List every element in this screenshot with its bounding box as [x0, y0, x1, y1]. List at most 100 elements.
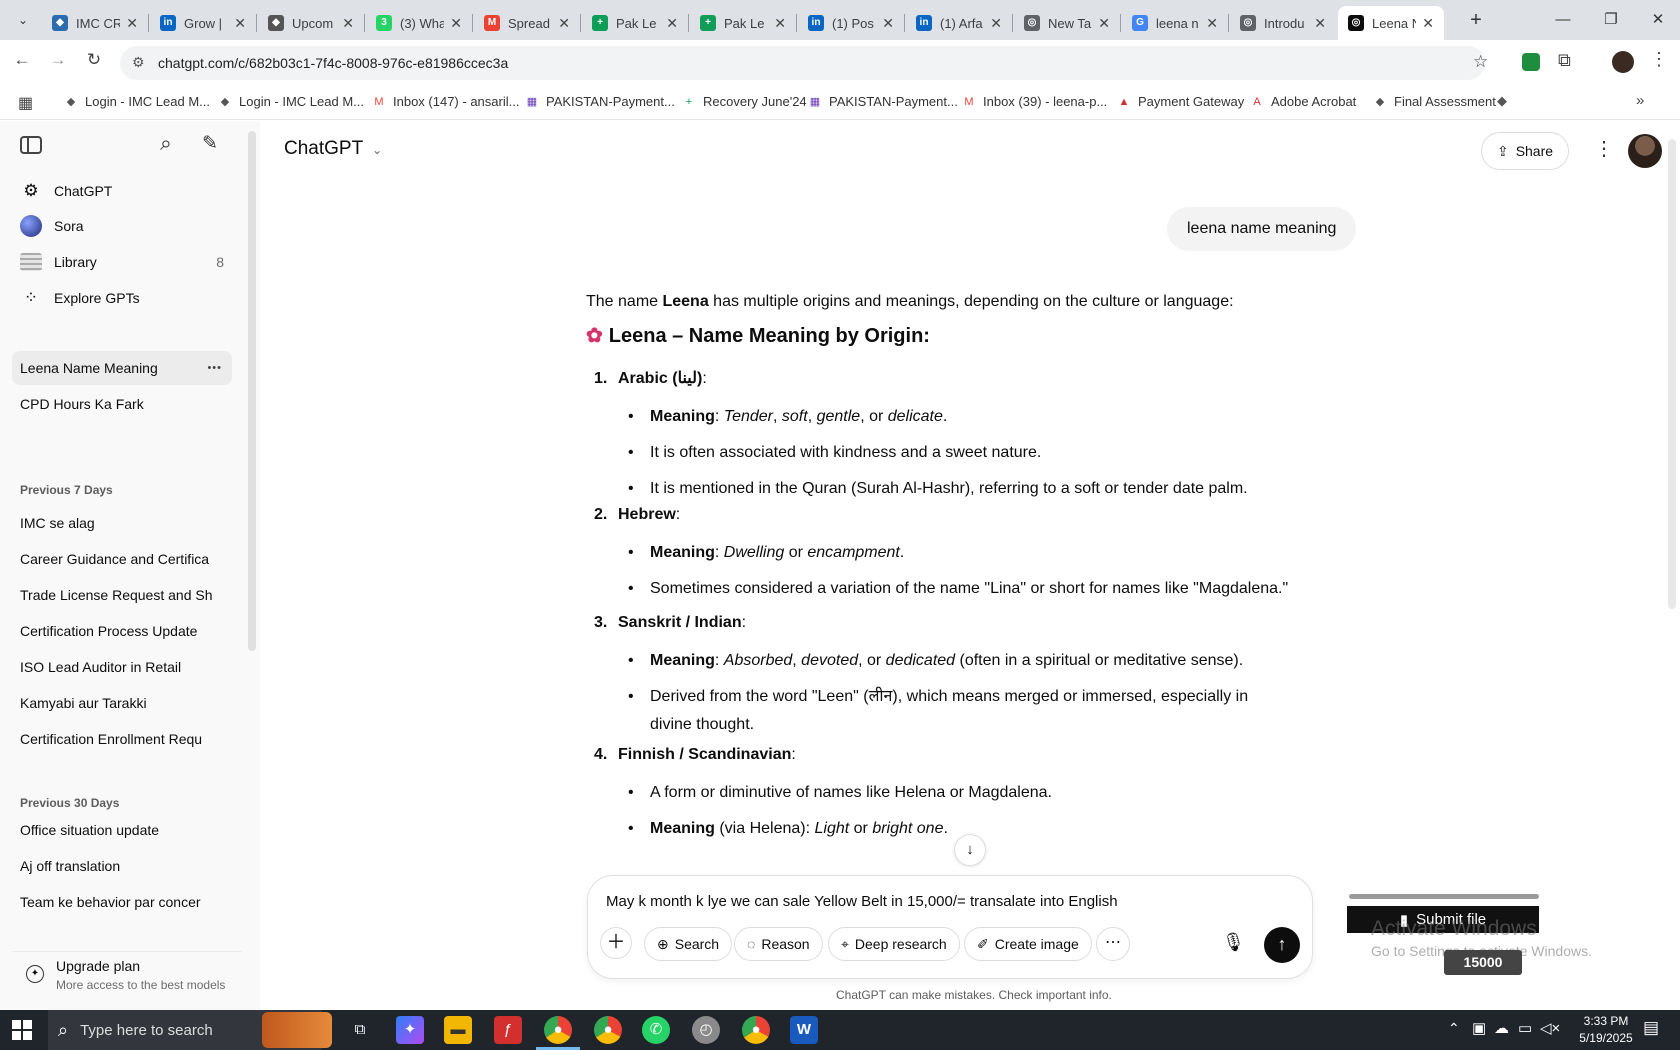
browser-tab[interactable]: 3 (3) Wha ✕ [366, 6, 472, 40]
browser-menu-icon[interactable]: ⋮ [1650, 49, 1668, 70]
tab-close-icon[interactable]: ✕ [1098, 15, 1110, 32]
browser-tab[interactable]: in (1) Pos ✕ [798, 6, 904, 40]
history-item[interactable]: IMC se alag [12, 506, 232, 540]
tab-close-icon[interactable]: ✕ [990, 15, 1002, 32]
browser-tab[interactable]: in (1) Arfa ✕ [906, 6, 1012, 40]
reason-tool-button[interactable]: ◌ Reason [734, 927, 823, 961]
windows-start-icon[interactable] [12, 1020, 32, 1040]
bookmark-star-icon[interactable]: ☆ [1473, 52, 1488, 72]
upgrade-plan-button[interactable]: ✦ Upgrade plan More access to the best m… [12, 951, 242, 1001]
toggle-sidebar-icon[interactable] [20, 136, 42, 154]
tray-volume-icon[interactable]: ◁× [1540, 1019, 1560, 1037]
tray-network-icon[interactable]: ▭ [1518, 1019, 1532, 1037]
tab-close-icon[interactable]: ✕ [666, 15, 678, 32]
sidebar-item-chatgpt[interactable]: ⚙ ChatGPT [12, 174, 232, 208]
clock-app-icon[interactable]: ◴ [692, 1016, 720, 1044]
browser-tab[interactable]: ◆ IMC CR ✕ [42, 6, 148, 40]
tab-close-icon[interactable]: ✕ [774, 15, 786, 32]
reload-icon[interactable]: ↻ [82, 50, 106, 70]
tray-chevron-icon[interactable]: ⌃ [1448, 1020, 1460, 1037]
profile-avatar-icon[interactable] [1612, 51, 1634, 73]
tab-search-chevron-icon[interactable]: ⌄ [12, 9, 34, 31]
extensions-puzzle-icon[interactable]: ⧉ [1558, 50, 1571, 71]
site-info-icon[interactable]: ⚙ [132, 54, 145, 71]
browser-tab[interactable]: ◎ Leena N ✕ [1338, 6, 1444, 40]
attach-button[interactable]: ＋ [600, 927, 632, 959]
tray-time[interactable]: 3:33 PM [1576, 1014, 1636, 1028]
tab-close-icon[interactable]: ✕ [1206, 15, 1218, 32]
back-icon[interactable]: ← [10, 50, 34, 70]
tab-close-icon[interactable]: ✕ [1314, 15, 1326, 32]
create-image-tool-button[interactable]: ✐ Create image [964, 927, 1092, 961]
history-item-options-icon[interactable]: ••• [207, 362, 222, 374]
bookmark-item[interactable]: ◆ Login - IMC Lead M... [218, 94, 364, 109]
microphone-icon[interactable]: 🎙 [1222, 932, 1245, 953]
browser-tab[interactable]: M Spread ✕ [474, 6, 580, 40]
bookmark-item[interactable]: M Inbox (147) - ansaril... [372, 94, 519, 109]
send-button[interactable]: ↑ [1264, 927, 1300, 963]
browser-tab[interactable]: + Pak Le ✕ [582, 6, 688, 40]
bookmark-item[interactable]: M Inbox (39) - leena-p... [962, 94, 1107, 109]
sidebar-scrollbar[interactable] [248, 131, 256, 651]
new-chat-icon[interactable]: ✎ [202, 132, 218, 155]
forward-icon[interactable]: → [46, 50, 70, 70]
browser-tab[interactable]: in Grow | ✕ [150, 6, 256, 40]
bookmark-item[interactable]: ▦ PAKISTAN-Payment... [525, 94, 675, 109]
apps-grid-icon[interactable]: ▦ [18, 93, 33, 113]
user-avatar[interactable] [1628, 134, 1662, 168]
whatsapp-icon[interactable]: ✆ [642, 1016, 670, 1044]
bookmark-item[interactable]: A Adobe Acrobat [1250, 94, 1356, 109]
tray-onedrive-icon[interactable]: ☁ [1494, 1019, 1509, 1037]
new-tab-icon[interactable]: + [1464, 8, 1488, 32]
tab-close-icon[interactable]: ✕ [234, 15, 246, 32]
history-item[interactable]: Office situation update [12, 813, 232, 847]
scroll-down-button[interactable]: ↓ [954, 834, 986, 866]
bookmark-item[interactable]: + Recovery June'24 [682, 94, 807, 109]
history-item[interactable]: Leena Name Meaning ••• [12, 351, 232, 385]
history-item[interactable]: Trade License Request and Sh [12, 578, 232, 612]
sidebar-item-explore-gpts[interactable]: ⁘ Explore GPTs [12, 281, 232, 315]
address-bar[interactable]: ⚙ chatgpt.com/c/682b03c1-7f4c-8008-976c-… [120, 46, 1488, 80]
restore-icon[interactable]: ❐ [1596, 8, 1626, 32]
bookmarks-overflow-icon[interactable]: » [1636, 92, 1644, 109]
file-explorer-icon[interactable]: ▬ [444, 1016, 472, 1044]
search-tool-button[interactable]: ⊕ Search [644, 927, 733, 961]
bookmark-item[interactable]: ◆ Final Assessment [1373, 94, 1496, 109]
tab-close-icon[interactable]: ✕ [126, 15, 138, 32]
word-icon[interactable]: W [790, 1016, 818, 1044]
deep-research-tool-button[interactable]: ⌖ Deep research [828, 927, 960, 961]
sidebar-item-sora[interactable]: Sora [12, 209, 232, 243]
history-item[interactable]: Certification Enrollment Requ [12, 722, 232, 756]
history-item[interactable]: Certification Process Update [12, 614, 232, 648]
browser-tab[interactable]: + Pak Le ✕ [690, 6, 796, 40]
extension-icon-green[interactable] [1522, 53, 1540, 71]
chrome-icon-1[interactable]: ● [544, 1016, 572, 1044]
tab-close-icon[interactable]: ✕ [342, 15, 354, 32]
search-chats-icon[interactable]: ⌕ [160, 132, 172, 156]
conversation-options-icon[interactable]: ⋮ [1594, 136, 1614, 161]
task-view-icon[interactable]: ⧉ [346, 1016, 374, 1044]
browser-tab[interactable]: Gleena n ✕ [1122, 6, 1228, 40]
minimize-icon[interactable]: — [1548, 8, 1578, 32]
bookmark-item[interactable]: ▦ PAKISTAN-Payment... [808, 94, 958, 109]
chrome-icon-2[interactable]: ● [594, 1016, 622, 1044]
tab-close-icon[interactable]: ✕ [882, 15, 894, 32]
browser-tab[interactable]: ◎ New Ta ✕ [1014, 6, 1120, 40]
history-item[interactable]: CPD Hours Ka Fark [12, 387, 232, 421]
squirrel-cortana-icon[interactable] [262, 1012, 332, 1048]
bookmark-item[interactable]: ▲ Payment Gateway [1117, 94, 1245, 109]
pdf-app-icon[interactable]: ƒ [494, 1016, 522, 1044]
tab-close-icon[interactable]: ✕ [450, 15, 462, 32]
notifications-icon[interactable]: ▤ [1643, 1018, 1659, 1038]
history-item[interactable]: Career Guidance and Certifica [12, 542, 232, 576]
more-tools-button[interactable]: ⋯ [1096, 927, 1130, 961]
history-item[interactable]: Aj off translation [12, 849, 232, 883]
copilot-icon[interactable]: ✦ [396, 1016, 424, 1044]
url-text[interactable]: chatgpt.com/c/682b03c1-7f4c-8008-976c-e8… [158, 55, 508, 71]
history-item[interactable]: Team ke behavior par concer [12, 885, 232, 919]
more-bookmarks-icon[interactable]: ◆ [1497, 93, 1507, 109]
tab-close-icon[interactable]: ✕ [1422, 15, 1434, 32]
browser-tab[interactable]: ◎ Introdu ✕ [1230, 6, 1336, 40]
tab-close-icon[interactable]: ✕ [558, 15, 570, 32]
tray-date[interactable]: 5/19/2025 [1572, 1031, 1640, 1045]
